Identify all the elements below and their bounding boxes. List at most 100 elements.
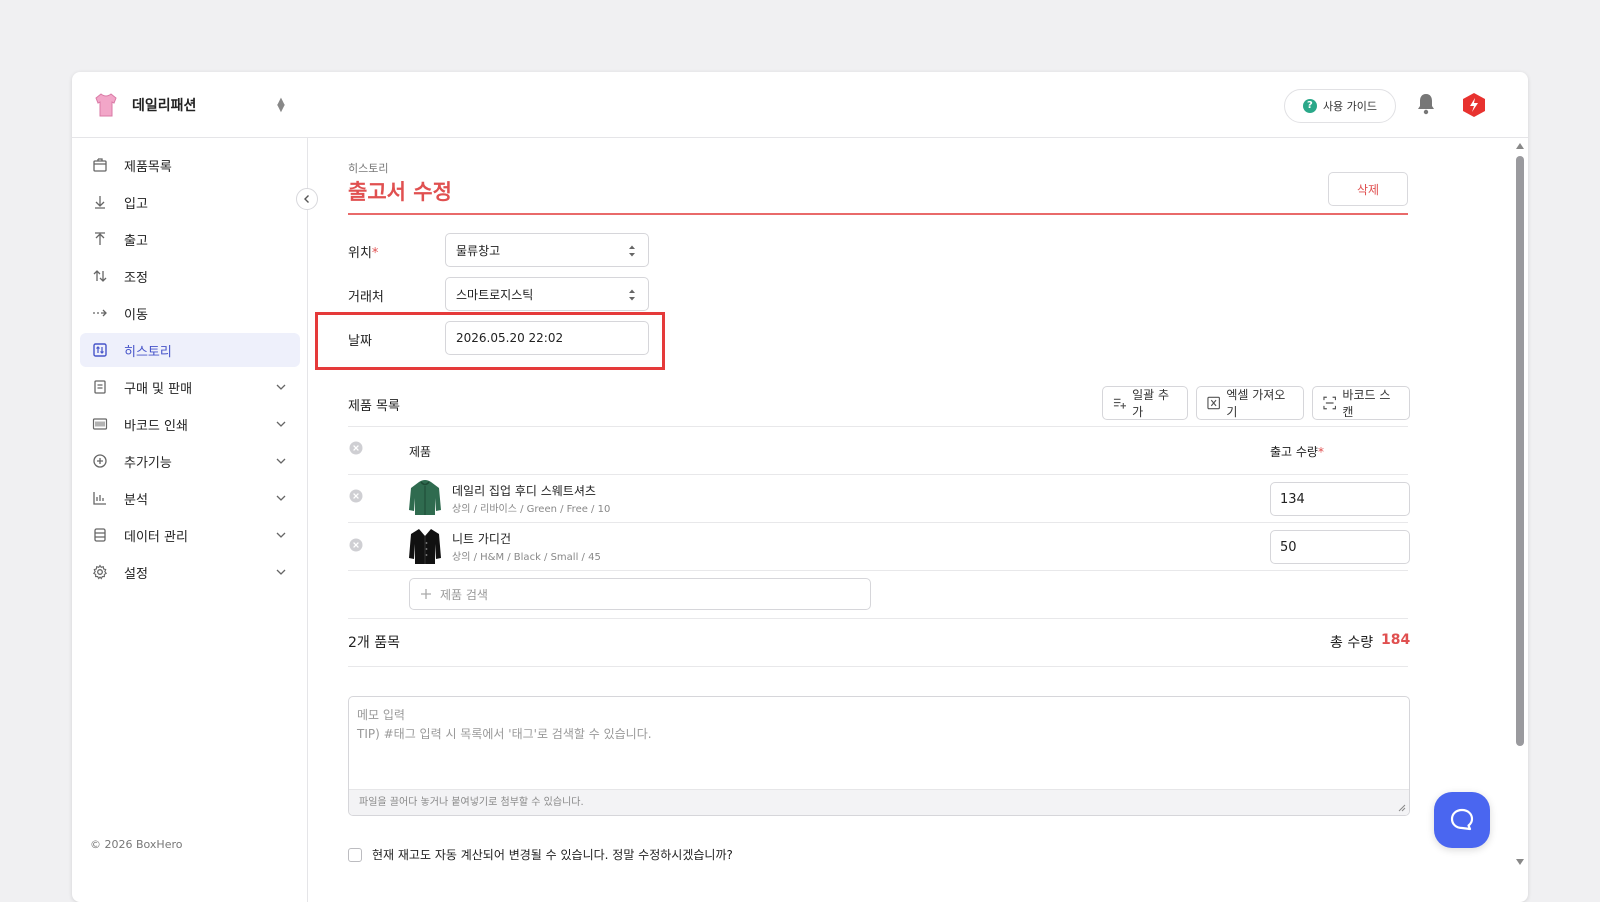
divider bbox=[348, 570, 1408, 571]
updown-icon[interactable]: ▲ ▼ bbox=[276, 97, 286, 114]
required-mark: * bbox=[371, 246, 379, 261]
location-select[interactable]: 물류창고 bbox=[445, 233, 649, 267]
confirm-checkbox[interactable] bbox=[348, 847, 362, 862]
required-mark: * bbox=[1317, 445, 1324, 459]
brand-switcher[interactable]: 데일리패션 bbox=[94, 92, 196, 118]
sidebar-item-analytics[interactable]: 분석 bbox=[80, 481, 300, 515]
sidebar-item-barcode-print[interactable]: 바코드 인쇄 bbox=[80, 407, 300, 441]
cardigan-thumbnail bbox=[409, 529, 441, 564]
sidebar-item-label: 설정 bbox=[124, 566, 148, 582]
bell-icon[interactable] bbox=[1415, 92, 1437, 116]
excel-icon bbox=[1207, 396, 1220, 410]
product-name[interactable]: 니트 가디건 bbox=[452, 530, 511, 547]
barcode-scan-button[interactable]: 바코드 스캔 bbox=[1312, 386, 1410, 420]
sidebar-item-adjust[interactable]: 조정 bbox=[80, 259, 300, 293]
move-icon bbox=[93, 309, 107, 317]
location-value: 물류창고 bbox=[456, 243, 501, 258]
divider bbox=[348, 474, 1408, 475]
partner-value: 스마트로지스틱 bbox=[456, 287, 534, 302]
product-list-title: 제품 목록 bbox=[348, 399, 400, 414]
product-name[interactable]: 데일리 집업 후디 스웨트셔츠 bbox=[452, 482, 596, 499]
plus-circle-icon bbox=[93, 454, 107, 468]
divider bbox=[348, 522, 1408, 523]
resize-handle-icon[interactable] bbox=[1398, 804, 1406, 812]
sidebar-item-inbound[interactable]: 입고 bbox=[80, 185, 300, 219]
sidebar-item-label: 데이터 관리 bbox=[124, 529, 188, 545]
memo-textarea[interactable]: 메모 입력 TIP) #태그 입력 시 목록에서 '태그'로 검색할 수 있습니… bbox=[348, 696, 1410, 816]
arrow-up-icon bbox=[95, 232, 105, 245]
list-add-icon bbox=[1113, 398, 1127, 409]
sidebar-item-products[interactable]: 제품목록 bbox=[80, 148, 300, 182]
sidebar-item-label: 히스토리 bbox=[124, 344, 172, 360]
product-meta: 상의 / 리바이스 / Green / Free / 10 bbox=[452, 504, 611, 515]
top-bar: 데일리패션 ▲ ▼ ? 사용 가이드 bbox=[72, 72, 1528, 138]
sidebar-item-outbound[interactable]: 출고 bbox=[80, 222, 300, 256]
sidebar-item-history[interactable]: 히스토리 bbox=[80, 333, 300, 367]
product-search-placeholder: 제품 검색 bbox=[440, 587, 488, 602]
box-icon bbox=[93, 158, 107, 172]
remove-row-icon[interactable] bbox=[349, 538, 363, 552]
shirt-logo-icon bbox=[95, 93, 117, 117]
chat-support-button[interactable] bbox=[1434, 792, 1490, 848]
breadcrumb[interactable]: 히스토리 bbox=[348, 160, 388, 176]
sidebar: 제품목록 입고 출고 조정 이동 히스토리 구매 및 판매 바코드 인쇄 추가기… bbox=[72, 138, 308, 902]
partner-select[interactable]: 스마트로지스틱 bbox=[445, 277, 649, 311]
column-header-qty: 출고 수량* bbox=[1270, 443, 1324, 460]
barcode-scan-label: 바코드 스캔 bbox=[1342, 388, 1391, 419]
title-divider bbox=[348, 213, 1408, 215]
brand-name: 데일리패션 bbox=[132, 98, 197, 114]
updown-icon bbox=[629, 289, 635, 301]
avatar[interactable] bbox=[1462, 92, 1486, 118]
qty-value: 134 bbox=[1280, 491, 1305, 507]
confirm-checkbox-row[interactable]: 현재 재고도 자동 계산되어 변경될 수 있습니다. 정말 수정하시겠습니까? bbox=[348, 846, 733, 863]
column-header-qty-text: 출고 수량 bbox=[1270, 445, 1318, 459]
arrow-down-icon bbox=[95, 196, 105, 209]
attach-hint[interactable]: 파일을 끌어다 놓거나 붙여넣기로 첨부할 수 있습니다. bbox=[349, 789, 1409, 815]
user-guide-label: 사용 가이드 bbox=[1322, 100, 1378, 113]
excel-import-button[interactable]: 엑셀 가져오기 bbox=[1196, 386, 1304, 420]
plus-icon bbox=[421, 589, 431, 599]
sidebar-item-label: 조정 bbox=[124, 270, 148, 286]
sidebar-item-label: 바코드 인쇄 bbox=[124, 418, 188, 434]
chevron-down-icon bbox=[276, 569, 286, 575]
scroll-down-icon[interactable] bbox=[1516, 858, 1524, 866]
updown-icon bbox=[629, 245, 635, 257]
remove-row-icon[interactable] bbox=[349, 489, 363, 503]
sidebar-item-label: 이동 bbox=[124, 307, 148, 323]
divider bbox=[348, 618, 1408, 619]
scroll-up-icon[interactable] bbox=[1516, 142, 1524, 150]
sidebar-item-purchase-sales[interactable]: 구매 및 판매 bbox=[80, 370, 300, 404]
user-guide-button[interactable]: ? 사용 가이드 bbox=[1284, 89, 1396, 123]
product-meta: 상의 / H&M / Black / Small / 45 bbox=[452, 552, 601, 563]
memo-placeholder: 메모 입력 bbox=[357, 708, 405, 722]
copyright: © 2026 BoxHero bbox=[90, 838, 183, 851]
history-icon bbox=[93, 343, 107, 357]
sidebar-item-move[interactable]: 이동 bbox=[80, 296, 300, 330]
scan-icon bbox=[1323, 396, 1337, 410]
sidebar-item-label: 입고 bbox=[124, 196, 148, 212]
scrollbar[interactable] bbox=[1514, 138, 1526, 902]
gear-icon bbox=[92, 564, 108, 580]
qty-input[interactable]: 134 bbox=[1270, 482, 1410, 516]
sidebar-item-label: 분석 bbox=[124, 492, 148, 508]
sidebar-item-addons[interactable]: 추가기능 bbox=[80, 444, 300, 478]
sidebar-item-settings[interactable]: 설정 bbox=[80, 555, 300, 589]
sidebar-item-label: 추가기능 bbox=[124, 455, 172, 471]
chevron-down-icon bbox=[276, 532, 286, 538]
page-title: 출고서 수정 bbox=[348, 180, 452, 204]
product-search-input[interactable]: 제품 검색 bbox=[409, 578, 871, 610]
app-window: 데일리패션 ▲ ▼ ? 사용 가이드 제품목록 입고 출고 조정 이동 히스토리… bbox=[72, 72, 1528, 902]
delete-button[interactable]: 삭제 bbox=[1328, 172, 1408, 206]
chat-bubble-icon bbox=[1450, 808, 1474, 831]
scroll-thumb[interactable] bbox=[1516, 156, 1524, 746]
chevron-down-icon bbox=[276, 495, 286, 501]
qty-input[interactable]: 50 bbox=[1270, 530, 1410, 564]
location-label: 위치* bbox=[348, 242, 378, 261]
qty-value: 50 bbox=[1280, 539, 1297, 555]
bulk-add-button[interactable]: 일괄 추가 bbox=[1102, 386, 1188, 420]
remove-all-icon[interactable] bbox=[349, 441, 363, 455]
sidebar-item-data-management[interactable]: 데이터 관리 bbox=[80, 518, 300, 552]
divider bbox=[348, 426, 1408, 427]
chart-icon bbox=[93, 492, 106, 505]
document-icon bbox=[94, 380, 106, 394]
